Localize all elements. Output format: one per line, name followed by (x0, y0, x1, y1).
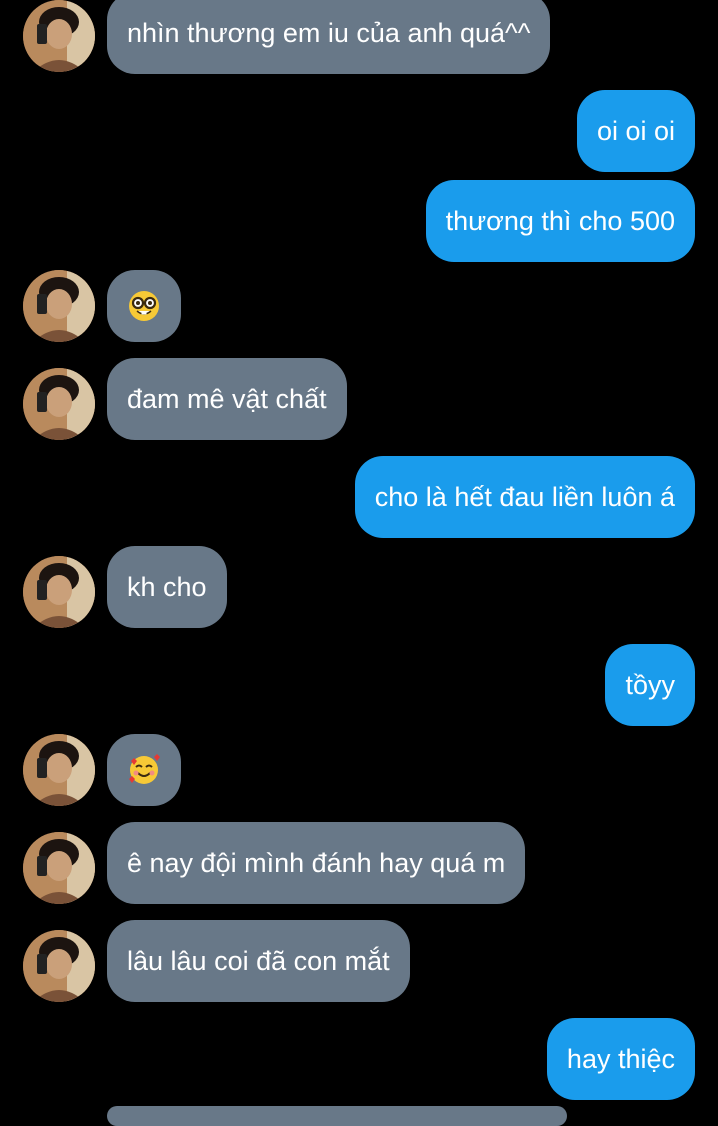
received-message-bubble[interactable]: lâu lâu coi đã con mắt (107, 920, 410, 1002)
contact-avatar[interactable] (23, 270, 95, 342)
sent-message-bubble[interactable]: thương thì cho 500 (425, 180, 695, 262)
contact-avatar[interactable] (23, 556, 95, 628)
nerd-face-icon (129, 291, 159, 321)
message-text: tồyy (625, 669, 675, 700)
avatar-photo-icon (23, 930, 95, 1002)
contact-avatar[interactable] (23, 930, 95, 1002)
avatar-photo-icon (23, 0, 95, 72)
avatar-photo-icon (23, 270, 95, 342)
sent-message-bubble[interactable]: oi oi oi (576, 90, 695, 172)
contact-avatar[interactable] (23, 368, 95, 440)
sent-message-bubble[interactable]: cho là hết đau liền luôn á (354, 456, 695, 538)
sent-message-bubble[interactable]: hay thiệc (546, 1018, 695, 1100)
received-emoji-bubble[interactable] (107, 270, 181, 342)
received-message-bubble[interactable]: nhìn thương em iu của anh quá^^ (107, 0, 551, 74)
received-message-bubble[interactable]: đam mê vật chất (107, 358, 347, 440)
message-text: oi oi oi (596, 115, 675, 146)
partial-received-message-bubble (107, 1106, 567, 1126)
contact-avatar[interactable] (23, 734, 95, 806)
avatar-photo-icon (23, 734, 95, 806)
message-text: hay thiệc (566, 1043, 675, 1074)
avatar-photo-icon (23, 832, 95, 904)
smiling-face-with-hearts-icon (129, 754, 160, 784)
message-text: cho là hết đau liền luôn á (374, 481, 675, 512)
message-text: thương thì cho 500 (445, 205, 675, 236)
contact-avatar[interactable] (23, 832, 95, 904)
message-text: đam mê vật chất (127, 383, 327, 414)
received-message-bubble[interactable]: kh cho (107, 546, 227, 628)
contact-avatar[interactable] (23, 0, 95, 72)
sent-message-bubble[interactable]: tồyy (605, 644, 695, 726)
message-text: ê nay đội mình đánh hay quá m (127, 847, 506, 878)
avatar-photo-icon (23, 556, 95, 628)
message-text: kh cho (127, 571, 207, 602)
message-text: lâu lâu coi đã con mắt (127, 945, 390, 976)
avatar-photo-icon (23, 368, 95, 440)
received-emoji-bubble[interactable] (107, 734, 181, 806)
received-message-bubble[interactable]: ê nay đội mình đánh hay quá m (107, 822, 526, 904)
message-text: nhìn thương em iu của anh quá^^ (127, 17, 531, 48)
